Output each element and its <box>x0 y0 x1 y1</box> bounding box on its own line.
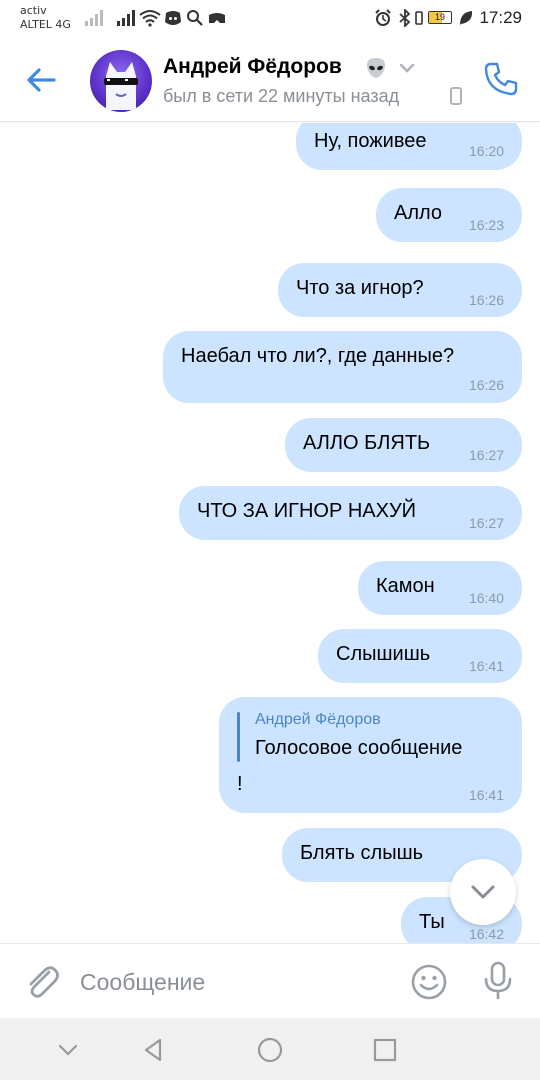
message-list[interactable]: Ну, поживее 16:20 Алло 16:23 Что за игно… <box>0 123 540 943</box>
contact-name[interactable]: Андрей Фёдоров <box>163 55 342 79</box>
message-text: Алло <box>394 202 443 224</box>
call-icon[interactable] <box>482 60 520 98</box>
search-icon <box>187 10 203 26</box>
chevron-down-icon <box>471 885 495 899</box>
cat-avatar-icon <box>104 62 138 110</box>
signal-icon <box>117 10 135 26</box>
back-triangle-icon[interactable] <box>140 1036 168 1064</box>
bluetooth-icon <box>399 9 411 27</box>
last-seen-status: был в сети 22 минуты назад <box>163 86 400 106</box>
message-time: 16:41 <box>468 787 504 803</box>
battery-icon: 19 <box>428 11 452 24</box>
phone-icon <box>450 87 462 105</box>
carrier-label: activ ALTEL 4G <box>20 4 71 31</box>
message-input[interactable] <box>80 962 380 1002</box>
chat-header: Андрей Фёдоров был в сети 22 минуты наза… <box>0 40 540 122</box>
back-arrow-icon[interactable] <box>24 62 60 98</box>
message-bubble[interactable]: Камон 16:40 <box>358 561 522 615</box>
chat-screen: activ ALTEL 4G 19 17:29 Андрей Фёдоров б… <box>0 0 540 1080</box>
message-text: АЛЛО БЛЯТЬ <box>303 432 431 454</box>
message-text: Что за игнор? <box>296 277 424 299</box>
reply-author[interactable]: Андрей Фёдоров <box>255 711 381 729</box>
alien-icon <box>366 58 386 78</box>
emoji-icon[interactable] <box>410 963 448 1001</box>
status-bar: activ ALTEL 4G 19 17:29 <box>0 0 540 40</box>
message-bubble[interactable]: ЧТО ЗА ИГНОР НАХУЙ 16:27 <box>179 486 522 540</box>
game-icon <box>209 13 225 23</box>
message-input-bar <box>0 943 540 1018</box>
paperclip-icon[interactable] <box>22 962 62 1002</box>
message-bubble[interactable]: Ну, поживее 16:20 <box>296 123 522 170</box>
message-text: ! <box>237 773 243 795</box>
chevron-down-icon[interactable] <box>54 1036 82 1064</box>
reply-message-bubble[interactable]: Андрей Фёдоров Голосовое сообщение ! 16:… <box>219 697 522 813</box>
message-time: 16:26 <box>468 292 504 308</box>
message-text: Ты <box>419 911 445 933</box>
recents-square-icon[interactable] <box>371 1036 399 1064</box>
message-bubble[interactable]: Наебал что ли?, где данные? 16:26 <box>163 331 522 403</box>
message-time: 16:26 <box>468 377 504 393</box>
message-text: Камон <box>376 575 435 597</box>
message-bubble[interactable]: Слышишь 16:41 <box>318 629 522 683</box>
message-text: Слышишь <box>336 643 431 665</box>
microphone-icon[interactable] <box>480 960 516 1002</box>
message-time: 16:23 <box>468 217 504 233</box>
message-time: 16:42 <box>468 926 504 942</box>
discord-icon <box>165 11 181 25</box>
message-text: Ну, поживее <box>314 130 427 152</box>
message-time: 16:20 <box>468 143 504 159</box>
message-time: 16:27 <box>468 447 504 463</box>
message-bubble[interactable]: Алло 16:23 <box>376 188 522 242</box>
system-nav-bar <box>0 1018 540 1080</box>
leaf-icon <box>460 11 473 25</box>
alarm-icon <box>375 9 391 26</box>
message-text: ЧТО ЗА ИГНОР НАХУЙ <box>197 500 417 522</box>
home-circle-icon[interactable] <box>256 1036 284 1064</box>
wifi-icon <box>139 10 161 27</box>
reply-text: Голосовое сообщение <box>255 737 463 759</box>
message-time: 16:27 <box>468 515 504 531</box>
message-text: Наебал что ли?, где данные? <box>181 345 455 367</box>
message-time: 16:41 <box>468 658 504 674</box>
vibrate-icon <box>415 11 423 25</box>
message-bubble[interactable]: Что за игнор? 16:26 <box>278 263 522 317</box>
message-time: 16:40 <box>468 590 504 606</box>
message-text: Блять слышь <box>300 842 424 864</box>
message-bubble[interactable]: АЛЛО БЛЯТЬ 16:27 <box>285 418 522 472</box>
avatar[interactable] <box>90 50 152 112</box>
scroll-down-button[interactable] <box>450 859 516 925</box>
reply-quote-bar <box>237 712 240 762</box>
signal-icon <box>85 10 103 26</box>
chevron-down-icon[interactable] <box>398 62 416 74</box>
clock: 17:29 <box>479 8 522 27</box>
